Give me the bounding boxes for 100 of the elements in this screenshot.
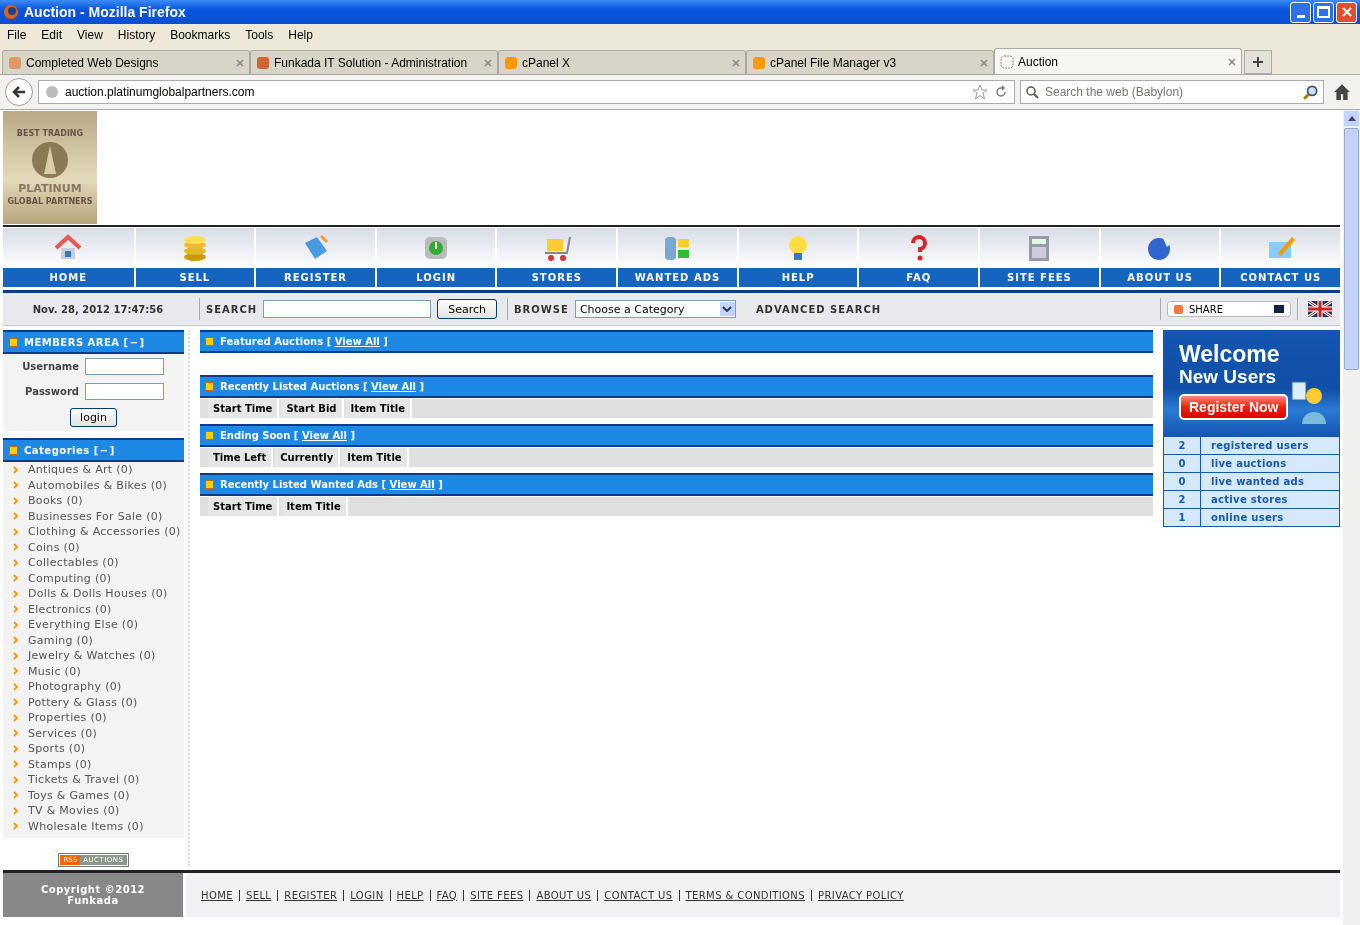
menu-item[interactable]: Bookmarks <box>170 28 231 42</box>
view-all-link[interactable]: View All <box>334 336 380 347</box>
category-link[interactable]: Tickets & Travel (0) <box>28 773 140 787</box>
footer-link[interactable]: FAQ <box>436 889 458 901</box>
scrollbar[interactable] <box>1343 110 1360 925</box>
username-field[interactable] <box>85 358 164 375</box>
category-link[interactable]: Coins (0) <box>28 540 80 554</box>
category-dropdown[interactable]: Choose a Category <box>574 300 736 318</box>
category-link[interactable]: Pottery & Glass (0) <box>28 695 138 709</box>
view-all-link[interactable]: View All <box>389 479 435 490</box>
close-button[interactable] <box>1336 1 1357 23</box>
category-link[interactable]: Gaming (0) <box>28 633 94 647</box>
view-all-link[interactable]: View All <box>370 381 417 392</box>
minimize-button[interactable] <box>1290 1 1311 23</box>
menu-item[interactable]: History <box>117 28 156 42</box>
register-now-button[interactable]: Register Now <box>1179 394 1289 420</box>
bullet-icon <box>9 445 18 455</box>
stat-count: 0 <box>1164 455 1201 472</box>
menu-item[interactable]: View <box>77 28 103 42</box>
browser-tab[interactable]: cPanel X <box>498 50 746 74</box>
search-field[interactable] <box>263 300 432 318</box>
column-header: Start Time <box>208 497 280 516</box>
category-link[interactable]: Antiques & Art (0) <box>28 463 133 477</box>
login-button[interactable]: login <box>70 408 117 427</box>
close-tab-icon[interactable] <box>484 58 492 67</box>
new-tab-button[interactable] <box>1244 50 1272 74</box>
bookmark-star-icon[interactable] <box>972 84 988 100</box>
footer-link[interactable]: ABOUT US <box>536 889 592 901</box>
advanced-search-link[interactable]: ADVANCED SEARCH <box>755 303 882 315</box>
column-header: Item Title <box>345 399 412 418</box>
category-link[interactable]: Dolls & Dolls Houses (0) <box>28 587 168 601</box>
column-header: Item Title <box>281 497 348 516</box>
bullet-icon <box>205 431 214 440</box>
search-button[interactable]: Search <box>437 299 497 319</box>
browser-tab[interactable]: cPanel File Manager v3 <box>746 50 994 74</box>
category-link[interactable]: Properties (0) <box>28 711 107 725</box>
footer-link[interactable]: LOGIN <box>350 889 384 901</box>
view-all-link[interactable]: View All <box>301 430 347 441</box>
scroll-up-icon[interactable] <box>1347 116 1356 121</box>
category-link[interactable]: Books (0) <box>28 494 83 508</box>
back-button[interactable] <box>5 78 33 106</box>
category-link[interactable]: Everything Else (0) <box>28 618 139 632</box>
browser-tab[interactable]: Auction <box>994 48 1242 74</box>
close-icon <box>1341 7 1352 17</box>
browser-tab[interactable]: Funkada IT Solution - Administration <box>250 50 498 74</box>
category-link[interactable]: Electronics (0) <box>28 602 112 616</box>
footer-link[interactable]: REGISTER <box>284 889 338 901</box>
category-link[interactable]: Music (0) <box>28 664 82 678</box>
close-tab-icon[interactable] <box>732 58 740 67</box>
category-link[interactable]: TV & Movies (0) <box>28 804 120 818</box>
search-icon[interactable] <box>1303 84 1319 100</box>
stat-label: live wanted ads <box>1210 475 1305 489</box>
close-tab-icon[interactable] <box>1228 57 1236 66</box>
date-time: Nov. 28, 2012 17:47:56 <box>31 303 165 315</box>
category-link[interactable]: Collectables (0) <box>28 556 119 570</box>
category-link[interactable]: Clothing & Accessories (0) <box>28 525 181 539</box>
stat-count: 0 <box>1164 473 1201 490</box>
category-link[interactable]: Sports (0) <box>28 742 86 756</box>
search-label: SEARCH <box>206 303 258 315</box>
flag-icon[interactable] <box>1308 301 1332 317</box>
close-tab-icon[interactable] <box>980 58 988 67</box>
reload-icon[interactable] <box>994 85 1008 99</box>
browser-tab[interactable]: Completed Web Designs <box>2 50 250 74</box>
panel-title: Categories [−] <box>24 444 115 456</box>
address-bar[interactable]: auction.platinumglobalpartners.com <box>38 80 1015 104</box>
stat-label: registered users <box>1210 439 1309 453</box>
password-field[interactable] <box>85 383 164 400</box>
home-icon[interactable] <box>1333 83 1351 101</box>
close-tab-icon[interactable] <box>236 58 244 67</box>
footer-link[interactable]: HOME <box>201 889 233 901</box>
category-link[interactable]: Jewelry & Watches (0) <box>28 649 156 663</box>
footer-link[interactable]: HELP <box>396 889 424 901</box>
menu-item[interactable]: Tools <box>245 28 274 42</box>
menu-item[interactable]: Edit <box>41 28 63 42</box>
stat-label: online users <box>1210 511 1284 525</box>
field-label: Username <box>21 361 79 372</box>
category-link[interactable]: Stamps (0) <box>28 757 92 771</box>
menu-item[interactable]: Help <box>288 28 313 42</box>
web-search-field[interactable]: Search the web (Babylon) <box>1020 80 1324 104</box>
category-link[interactable]: Services (0) <box>28 726 98 740</box>
category-link[interactable]: Photography (0) <box>28 680 122 694</box>
category-link[interactable]: Automobiles & Bikes (0) <box>28 478 168 492</box>
stat-count: 1 <box>1164 509 1201 526</box>
footer-link[interactable]: SITE FEES <box>470 889 524 901</box>
site-logo[interactable]: BEST TRADING PLATINUM GLOBAL PARTNERS <box>3 111 97 224</box>
category-link[interactable]: Toys & Games (0) <box>28 788 130 802</box>
section-title: Recently Listed Wanted Ads [ View All ] <box>220 479 443 490</box>
favicon-icon <box>1000 54 1014 69</box>
footer-link[interactable]: SELL <box>245 889 272 901</box>
menu-item[interactable]: File <box>7 28 27 42</box>
category-link[interactable]: Businesses For Sale (0) <box>28 509 163 523</box>
footer-link[interactable]: PRIVACY POLICY <box>818 889 904 901</box>
plus-icon <box>1253 57 1263 67</box>
category-link[interactable]: Computing (0) <box>28 571 112 585</box>
footer-link[interactable]: TERMS & CONDITIONS <box>685 889 805 901</box>
share-button[interactable]: SHARE <box>1167 301 1291 317</box>
search-icon <box>1025 85 1039 99</box>
maximize-button[interactable] <box>1313 1 1334 23</box>
footer-link[interactable]: CONTACT US <box>604 889 673 901</box>
category-link[interactable]: Wholesale Items (0) <box>28 819 144 833</box>
